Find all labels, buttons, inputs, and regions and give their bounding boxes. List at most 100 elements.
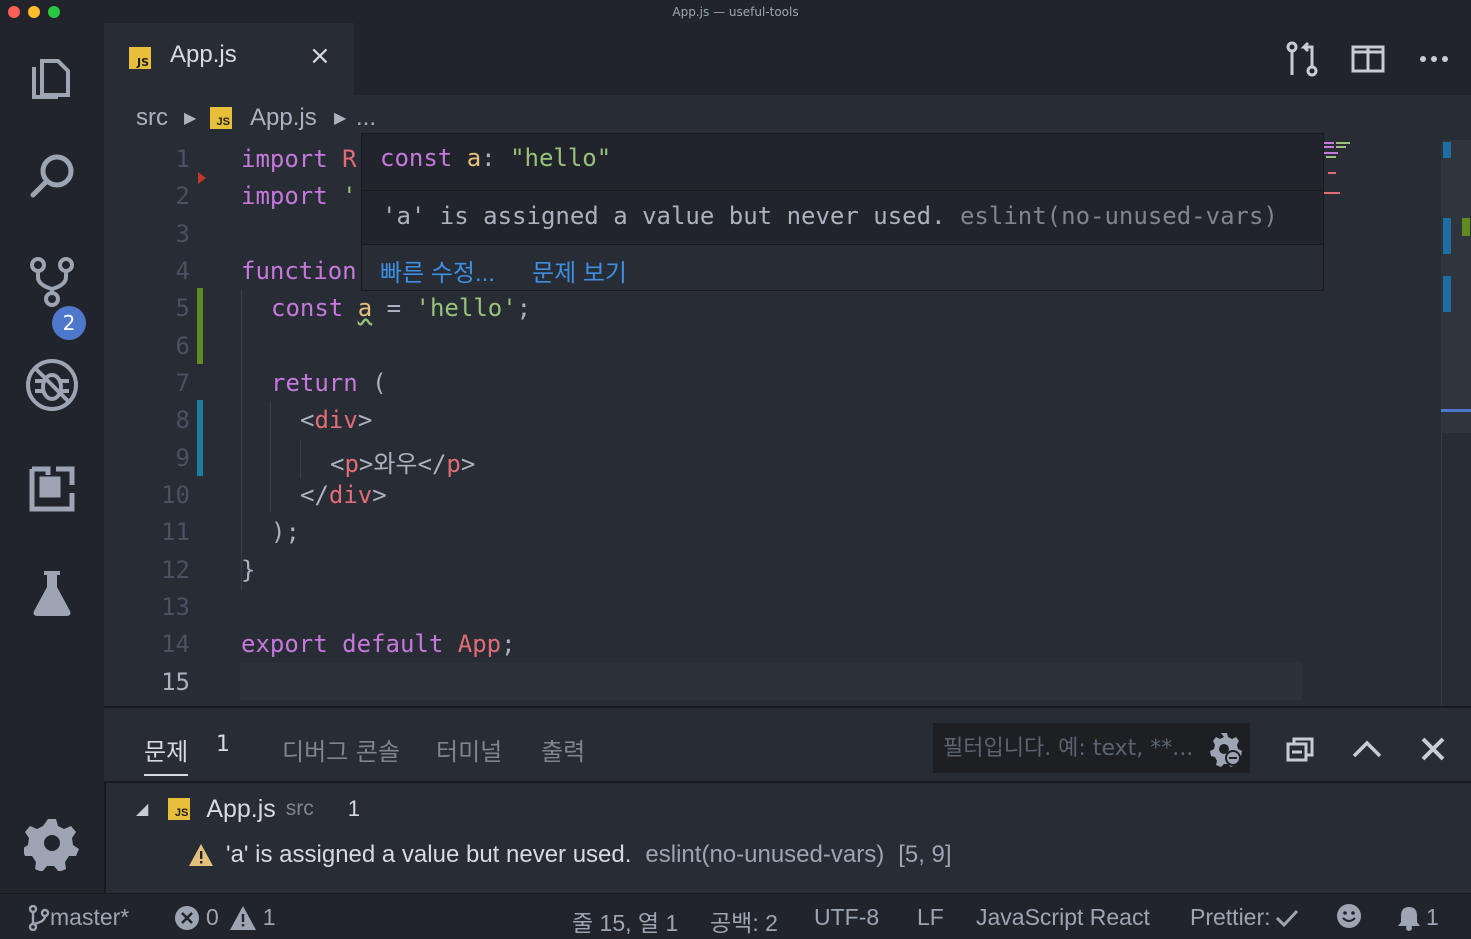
status-cursor-position[interactable]: 줄 15, 열 1 (572, 904, 678, 938)
filter-input[interactable] (943, 733, 1205, 763)
tab-output[interactable]: 출력 (541, 732, 585, 767)
search-icon[interactable] (22, 147, 82, 207)
filter-settings-icon[interactable] (1206, 731, 1242, 767)
close-panel-icon[interactable] (1416, 732, 1450, 766)
line-number: 9 (175, 444, 190, 472)
git-branch-icon (28, 904, 50, 931)
window-maximize-button[interactable] (48, 6, 60, 18)
problem-row[interactable]: 'a' is assigned a value but never used. … (188, 835, 952, 875)
open-changes-icon[interactable] (1282, 39, 1322, 79)
unused-variable: a (357, 294, 373, 322)
tab-close-icon[interactable]: × (309, 41, 331, 71)
view-problem-link[interactable]: 문제 보기 (532, 253, 627, 288)
test-flask-icon[interactable] (22, 563, 82, 623)
status-bar: master* 0 1 줄 15, 열 1 공백: 2 UTF-8 LF Jav… (0, 893, 1471, 939)
code-line: } (241, 556, 256, 584)
settings-gear-icon[interactable] (22, 813, 82, 873)
breadcrumb-folder[interactable]: src (136, 104, 168, 132)
problem-position: [5, 9] (898, 841, 952, 868)
window-title: App.js — useful-tools (672, 4, 799, 19)
overview-ruler-marker (1443, 276, 1451, 312)
added-lines-marker[interactable] (197, 288, 203, 364)
tab-bar: JS App.js × (104, 23, 1471, 95)
hover-signature: const a: "hello" (380, 144, 612, 172)
bell-icon (1398, 906, 1420, 931)
error-icon (175, 905, 199, 930)
tab-label: App.js (170, 41, 237, 68)
code-line: return ( (271, 369, 387, 397)
overview-ruler-cursor (1441, 409, 1471, 412)
debug-icon[interactable] (22, 355, 82, 415)
status-prettier[interactable]: Prettier: (1190, 904, 1299, 931)
tab-app-js[interactable]: JS App.js × (104, 23, 354, 95)
hover-diagnostic: 'a' is assigned a value but never used. … (382, 202, 1278, 230)
source-control-badge: 2 (52, 306, 86, 340)
status-encoding[interactable]: UTF-8 (814, 904, 879, 931)
problems-count: 1 (216, 732, 230, 757)
deleted-lines-marker[interactable] (198, 172, 206, 184)
tab-terminal[interactable]: 터미널 (436, 732, 502, 767)
overview-ruler-marker (1462, 218, 1470, 236)
minimap[interactable] (1322, 140, 1440, 260)
maximize-panel-icon[interactable] (1350, 732, 1384, 766)
code-line: export default App; (241, 630, 516, 658)
more-actions-icon[interactable] (1414, 39, 1454, 79)
status-notifications[interactable]: 1 (1396, 904, 1439, 931)
line-number: 4 (175, 257, 190, 285)
problem-file-count: 1 (347, 796, 361, 821)
current-line-highlight (240, 662, 1302, 700)
status-eol[interactable]: LF (917, 904, 944, 931)
warning-icon (189, 844, 213, 866)
breadcrumb-file[interactable]: App.js (250, 104, 317, 132)
line-number: 15 (161, 668, 190, 696)
code-line: <p>와우</p> (330, 450, 476, 478)
code-line: <div> (300, 406, 373, 434)
window-minimize-button[interactable] (28, 6, 40, 18)
active-tab-underline (144, 774, 188, 776)
split-editor-icon[interactable] (1348, 39, 1388, 79)
overview-ruler-marker (1443, 218, 1451, 254)
line-number: 11 (161, 518, 190, 546)
status-branch[interactable]: master* (28, 904, 129, 931)
bottom-panel: 문제 1 디버그 콘솔 터미널 출력 ◢ JS App.js src 1 (104, 706, 1471, 895)
problem-file-folder: src (285, 797, 314, 820)
indent-guide (300, 440, 301, 478)
warning-count: 1 (262, 904, 276, 930)
quick-fix-link[interactable]: 빠른 수정... (380, 253, 495, 288)
code-line: import ' (241, 182, 357, 210)
modified-lines-marker[interactable] (197, 400, 203, 476)
javascript-file-icon: JS (168, 798, 191, 820)
line-number: 12 (161, 556, 190, 584)
line-number: 3 (175, 220, 190, 248)
collapse-all-icon[interactable] (1284, 732, 1318, 766)
extensions-icon[interactable] (22, 459, 82, 519)
status-language[interactable]: JavaScript React (976, 904, 1150, 931)
javascript-file-icon: JS (210, 107, 232, 129)
status-problems[interactable]: 0 1 (174, 904, 276, 931)
line-number: 14 (161, 630, 190, 658)
expand-arrow-icon[interactable]: ◢ (136, 799, 148, 819)
code-line: function (241, 257, 357, 285)
error-count: 0 (206, 904, 219, 930)
warning-icon (229, 905, 256, 930)
breadcrumb-chevron-icon: ▶ (334, 110, 347, 127)
window-close-button[interactable] (8, 6, 20, 18)
hover-tooltip: const a: "hello" 'a' is assigned a value… (361, 133, 1324, 291)
breadcrumb-more[interactable]: ... (356, 104, 376, 132)
line-number: 7 (175, 369, 190, 397)
tab-debug-console[interactable]: 디버그 콘솔 (282, 732, 400, 767)
problems-filter (933, 723, 1250, 773)
branch-name: master* (50, 904, 130, 930)
feedback-smiley-icon[interactable] (1336, 903, 1362, 929)
notification-count: 1 (1426, 904, 1439, 930)
tab-problems[interactable]: 문제 (144, 732, 188, 767)
overview-ruler-marker (1443, 142, 1451, 158)
problem-file-row[interactable]: ◢ JS App.js src 1 (136, 789, 360, 829)
source-control-icon[interactable] (22, 251, 82, 311)
code-line: const a = 'hello'; (271, 294, 532, 322)
problems-list: ◢ JS App.js src 1 'a' is assigned a valu… (104, 781, 1471, 895)
explorer-icon[interactable] (22, 45, 82, 105)
indent-guide (241, 290, 242, 590)
line-number: 10 (161, 481, 190, 509)
status-indentation[interactable]: 공백: 2 (710, 904, 778, 938)
